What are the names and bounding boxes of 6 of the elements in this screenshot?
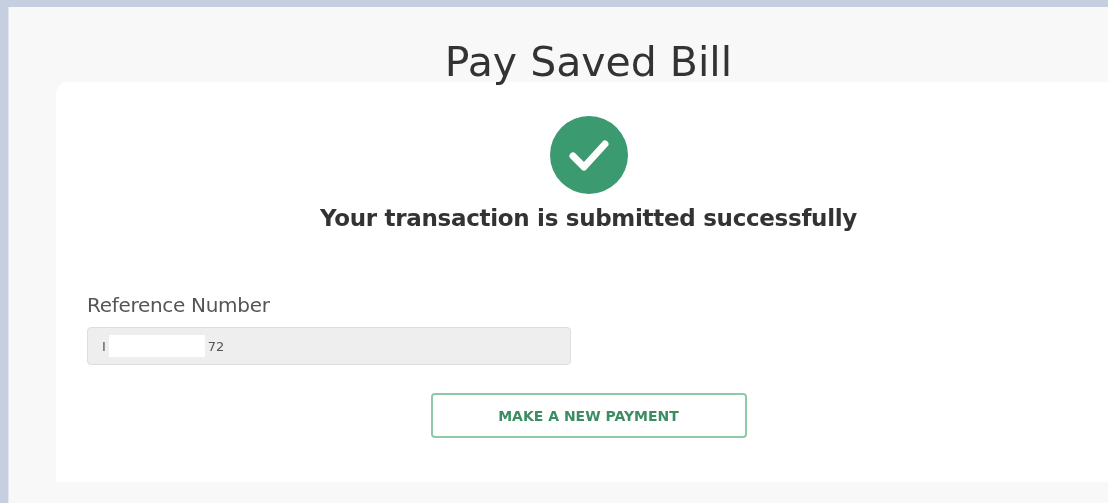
field-value: I [102, 338, 106, 354]
success-message: Your transaction is submitted successfully [319, 205, 858, 231]
new-payment-button[interactable]: MAKE A NEW PAYMENT [430, 393, 747, 438]
field-value: 72 [207, 338, 225, 354]
check-circle-icon [548, 115, 629, 195]
field-label: Reference Number [87, 293, 271, 317]
